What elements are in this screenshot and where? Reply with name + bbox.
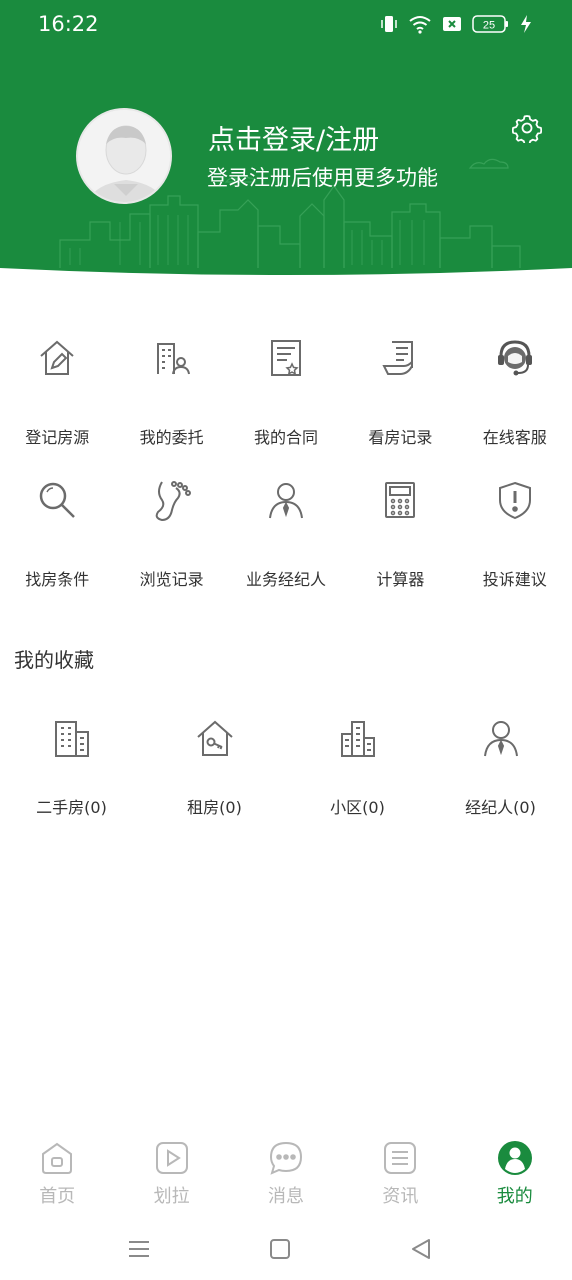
shield-alert-icon <box>493 478 537 522</box>
back-button[interactable] <box>406 1234 436 1264</box>
search-icon <box>35 478 79 522</box>
footprint-icon <box>150 478 194 522</box>
battery-icon: 25 <box>472 15 508 33</box>
grid-item-label: 看房记录 <box>368 428 433 447</box>
menu-icon <box>129 1241 149 1257</box>
calculator-button[interactable]: 计算器 <box>343 478 457 590</box>
nav-messages[interactable]: 消息 <box>229 1128 343 1218</box>
agent-icon <box>264 478 308 522</box>
contract-icon <box>264 336 308 380</box>
default-avatar-icon <box>78 110 170 202</box>
headset-icon <box>493 336 537 380</box>
vibrate-icon <box>381 16 397 32</box>
bottom-nav: 首页 划拉 消息 资讯 我的 <box>0 1128 572 1218</box>
status-icons: 25 <box>380 14 532 34</box>
favorite-second-hand-button[interactable]: 二手房(0) <box>0 716 143 818</box>
nav-label: 资讯 <box>382 1186 419 1207</box>
status-time: 16:22 <box>38 12 99 36</box>
calculator-icon <box>378 478 422 522</box>
nav-label: 我的 <box>496 1186 533 1207</box>
video-play-icon <box>152 1138 192 1178</box>
complaint-suggestion-button[interactable]: 投诉建议 <box>458 478 572 590</box>
viewing-record-icon <box>378 336 422 380</box>
house-key-icon <box>193 716 237 760</box>
favorites-title: 我的收藏 <box>14 648 94 672</box>
battery-level: 25 <box>483 20 495 32</box>
grid-item-label: 浏览记录 <box>139 570 204 589</box>
wifi-icon <box>409 16 431 34</box>
fav-item-label: 经纪人(0) <box>465 798 536 817</box>
nav-swipe[interactable]: 划拉 <box>114 1128 228 1218</box>
my-contract-button[interactable]: 我的合同 <box>229 336 343 448</box>
login-title[interactable]: 点击登录/注册 <box>208 118 379 157</box>
avatar[interactable] <box>76 108 172 204</box>
settings-button[interactable] <box>511 113 543 146</box>
recents-button[interactable] <box>124 1234 154 1264</box>
viewing-record-button[interactable]: 看房记录 <box>343 336 457 448</box>
home-button[interactable] <box>265 1234 295 1264</box>
community-icon <box>336 716 380 760</box>
chat-bubble-icon <box>266 1138 306 1178</box>
apartment-icon <box>50 716 94 760</box>
online-service-button[interactable]: 在线客服 <box>458 336 572 448</box>
news-icon <box>380 1138 420 1178</box>
grid-item-label: 找房条件 <box>25 570 90 589</box>
nav-label: 划拉 <box>153 1186 190 1207</box>
nav-label: 消息 <box>267 1186 304 1207</box>
grid-item-label: 业务经纪人 <box>245 570 326 589</box>
building-person-icon <box>150 336 194 380</box>
square-icon <box>270 1239 290 1259</box>
triangle-back-icon <box>412 1239 430 1259</box>
favorite-rental-button[interactable]: 租房(0) <box>143 716 286 818</box>
sim-off-icon <box>443 17 461 31</box>
profile-icon <box>495 1138 535 1178</box>
nav-home[interactable]: 首页 <box>0 1128 114 1218</box>
nav-mine[interactable]: 我的 <box>458 1128 572 1218</box>
favorite-community-button[interactable]: 小区(0) <box>286 716 429 818</box>
fav-item-label: 小区(0) <box>330 798 385 817</box>
status-bar: 16:22 25 <box>0 0 572 52</box>
fav-item-label: 租房(0) <box>187 798 242 817</box>
profile-header: 16:22 25 点击登录/注册 登录注册后使用更多功能 <box>0 0 572 300</box>
agent-icon <box>479 716 523 760</box>
grid-item-label: 登记房源 <box>25 428 90 447</box>
house-edit-icon <box>35 336 79 380</box>
charging-icon <box>521 15 531 33</box>
fav-item-label: 二手房(0) <box>36 798 107 817</box>
browsing-history-button[interactable]: 浏览记录 <box>114 478 228 590</box>
gear-icon <box>511 115 543 146</box>
favorite-agent-button[interactable]: 经纪人(0) <box>429 716 572 818</box>
services-row-2: 找房条件 浏览记录 业务经纪人 计算器 投诉建议 <box>0 478 572 590</box>
nav-label: 首页 <box>39 1186 76 1207</box>
search-criteria-button[interactable]: 找房条件 <box>0 478 114 590</box>
business-agent-button[interactable]: 业务经纪人 <box>229 478 343 590</box>
grid-item-label: 在线客服 <box>482 428 547 447</box>
grid-item-label: 投诉建议 <box>482 570 547 589</box>
system-nav-bar <box>0 1218 572 1280</box>
nav-news[interactable]: 资讯 <box>343 1128 457 1218</box>
register-listing-button[interactable]: 登记房源 <box>0 336 114 448</box>
my-entrustment-button[interactable]: 我的委托 <box>114 336 228 448</box>
grid-item-label: 我的合同 <box>253 428 318 447</box>
services-row-1: 登记房源 我的委托 我的合同 看房记录 在线客服 <box>0 336 572 448</box>
home-icon <box>37 1138 77 1178</box>
favorites-grid: 二手房(0) 租房(0) 小区(0) 经纪人(0) <box>0 716 572 818</box>
login-subtitle: 登录注册后使用更多功能 <box>207 166 438 190</box>
grid-item-label: 计算器 <box>376 570 425 589</box>
grid-item-label: 我的委托 <box>139 428 204 447</box>
